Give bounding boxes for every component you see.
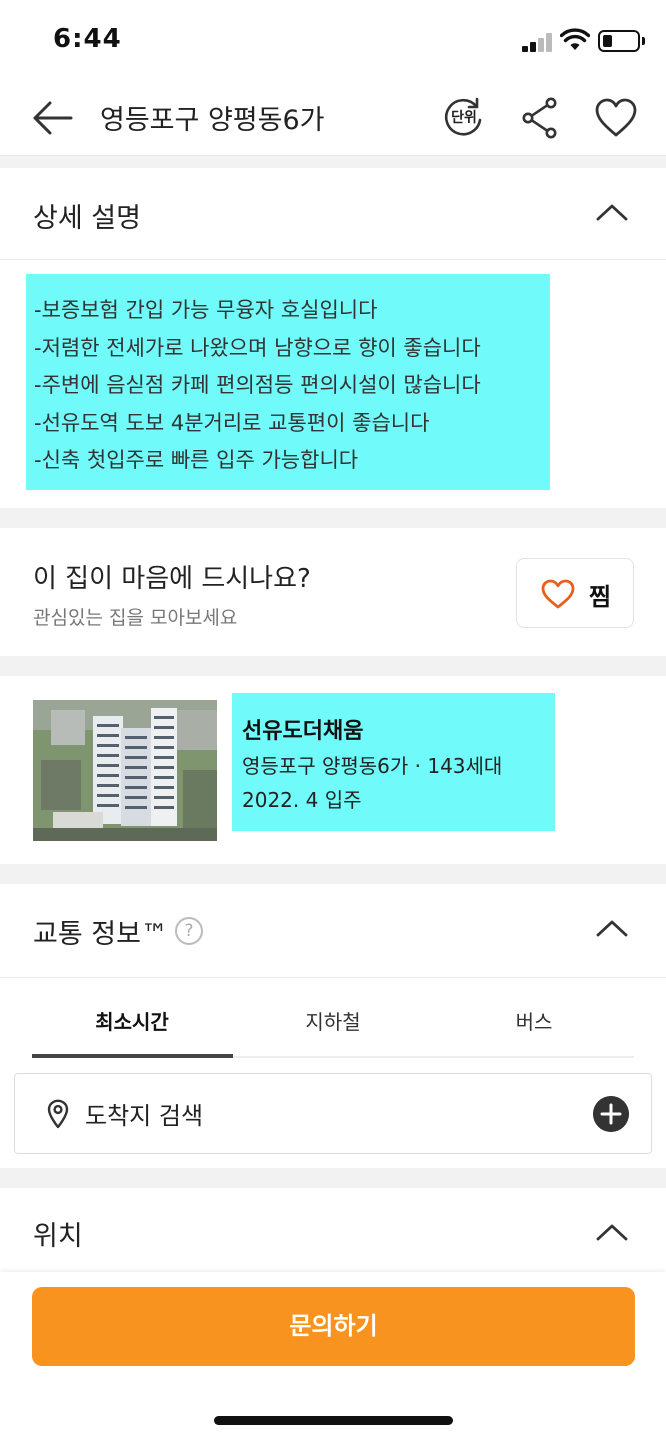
complex-photo bbox=[33, 700, 217, 841]
section-divider bbox=[0, 156, 666, 168]
status-time: 6:44 bbox=[53, 24, 122, 54]
description-title: 상세 설명 bbox=[33, 203, 141, 234]
location-pin-icon bbox=[47, 1099, 69, 1129]
unit-toggle-button[interactable]: 단위 bbox=[442, 96, 486, 140]
wifi-icon bbox=[560, 28, 590, 50]
inquiry-button[interactable]: 문의하기 bbox=[32, 1287, 635, 1366]
status-bar: 6:44 bbox=[0, 0, 666, 80]
unit-label: 단위 bbox=[451, 110, 477, 126]
bottom-action-bar: 문의하기 bbox=[0, 1272, 666, 1440]
home-indicator bbox=[214, 1416, 453, 1425]
description-line: -신축 첫입주로 빠른 입주 가능합니다 bbox=[34, 448, 359, 472]
description-line: -선유도역 도보 4분거리로 교통편이 좋습니다 bbox=[34, 410, 430, 435]
chevron-up-icon[interactable] bbox=[596, 1222, 628, 1242]
section-divider bbox=[0, 656, 666, 676]
save-prompt-card: 이 집이 마음에 드시나요? 관심있는 집을 모아보세요 찜 bbox=[0, 528, 666, 656]
description-line: -주변에 음싣점 카페 편의점등 편의시설이 많습니다 bbox=[34, 373, 481, 397]
chevron-up-icon[interactable] bbox=[596, 202, 628, 222]
transport-section-header[interactable]: 교통 정보™ ? bbox=[0, 884, 666, 978]
destination-search-field[interactable]: 도착지 검색 bbox=[14, 1073, 652, 1154]
share-icon[interactable] bbox=[520, 96, 560, 140]
section-divider bbox=[0, 864, 666, 884]
tab-bus[interactable]: 버스 bbox=[434, 1006, 634, 1035]
transport-tabs: 최소시간 지하철 버스 bbox=[32, 978, 634, 1058]
complex-move-in: 2022. 4 입주 bbox=[242, 788, 362, 812]
app-header: 영등포구 양평동6가 단위 bbox=[0, 80, 666, 156]
add-destination-icon[interactable] bbox=[593, 1096, 629, 1132]
location-title: 위치 bbox=[33, 1221, 83, 1252]
zzim-label: 찜 bbox=[589, 583, 612, 611]
save-prompt-title: 이 집이 마음에 드시나요? bbox=[33, 564, 311, 594]
complex-card[interactable]: 선유도더채움 영등포구 양평동6가 · 143세대 2022. 4 입주 bbox=[0, 676, 666, 864]
description-line: -저렴한 전세가로 나왔으며 남향으로 향이 좋습니다 bbox=[34, 335, 481, 360]
battery-icon bbox=[598, 30, 645, 52]
destination-placeholder: 도착지 검색 bbox=[85, 1102, 204, 1130]
page-title: 영등포구 양평동6가 bbox=[100, 105, 325, 136]
complex-info: 선유도더채움 영등포구 양평동6가 · 143세대 2022. 4 입주 bbox=[232, 693, 555, 831]
tab-min-time[interactable]: 최소시간 bbox=[32, 1006, 232, 1035]
save-prompt-subtitle: 관심있는 집을 모아보세요 bbox=[33, 607, 238, 629]
location-section-header[interactable]: 위치 bbox=[0, 1188, 666, 1278]
description-text: -보증보험 간입 가능 무융자 호실입니다 -저렴한 전세가로 나왔으며 남향으… bbox=[26, 274, 550, 490]
tab-subway[interactable]: 지하철 bbox=[233, 1006, 433, 1035]
zzim-button[interactable]: 찜 bbox=[516, 558, 634, 628]
signal-icon bbox=[522, 32, 554, 52]
chevron-up-icon[interactable] bbox=[596, 918, 628, 938]
transport-title: 교통 정보™ bbox=[33, 919, 168, 950]
back-arrow-icon[interactable] bbox=[30, 98, 74, 138]
description-section-header[interactable]: 상세 설명 bbox=[0, 168, 666, 260]
description-line: -보증보험 간입 가능 무융자 호실입니다 bbox=[34, 298, 378, 322]
complex-name: 선유도더채움 bbox=[242, 719, 364, 744]
battery-level bbox=[603, 35, 612, 47]
section-divider bbox=[0, 508, 666, 528]
heart-icon bbox=[541, 579, 575, 609]
active-tab-indicator bbox=[32, 1054, 233, 1058]
favorite-heart-icon[interactable] bbox=[594, 98, 638, 138]
help-icon[interactable]: ? bbox=[175, 917, 203, 945]
complex-address: 영등포구 양평동6가 · 143세대 bbox=[242, 754, 503, 778]
section-divider bbox=[0, 1168, 666, 1188]
